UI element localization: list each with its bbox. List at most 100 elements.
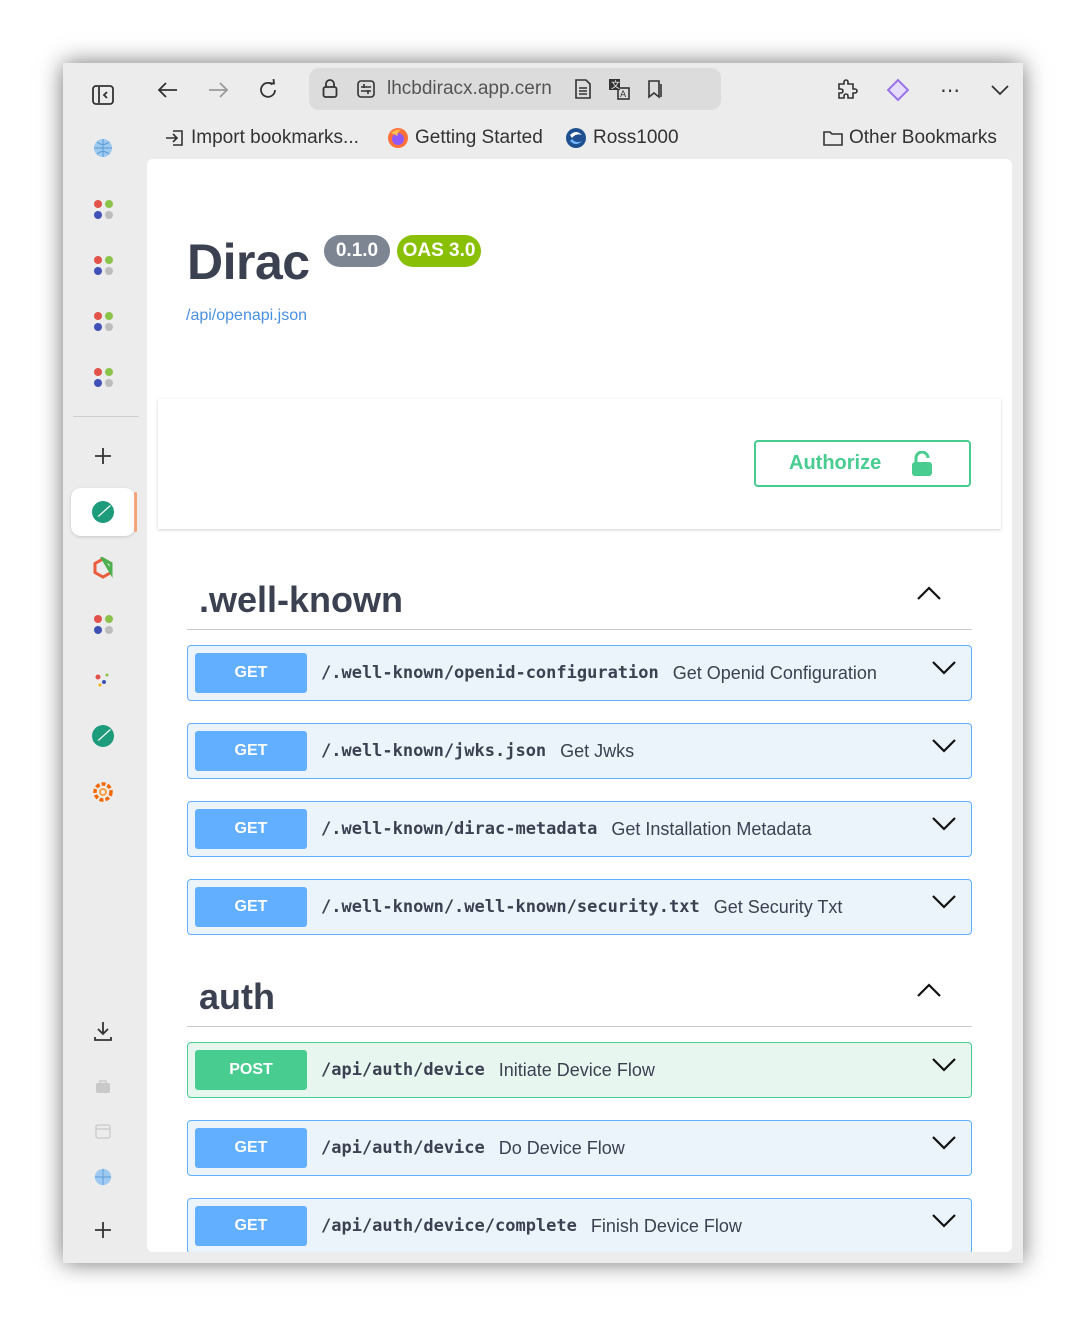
browser-window: ⟋ ⟋ lhcbdiracx.app.cern 文 A ⋯ Import boo… (63, 63, 1023, 1263)
globe-icon[interactable] (71, 1153, 135, 1201)
pinned-tab-app-icon[interactable] (71, 297, 135, 345)
authorize-button[interactable]: Authorize (754, 440, 971, 487)
collapse-chevron-up-icon[interactable] (916, 982, 942, 998)
tab-small-dots-icon[interactable] (71, 656, 135, 704)
operation-summary: Do Device Flow (498, 1137, 625, 1158)
operation-get[interactable]: GET /.well-known/jwks.json Get Jwks (187, 723, 972, 779)
bookmark-ross1000[interactable]: Ross1000 (565, 127, 679, 149)
bookmark-label: Other Bookmarks (849, 127, 997, 148)
operation-path: /api/auth/device (321, 1138, 485, 1158)
chevron-down-icon[interactable] (983, 73, 1017, 107)
address-bar[interactable]: lhcbdiracx.app.cern 文A (309, 68, 721, 110)
authorize-label: Authorize (789, 452, 882, 474)
operation-summary: Get Installation Metadata (611, 818, 812, 839)
bookmark-getting-started[interactable]: Getting Started (387, 127, 543, 149)
operation-summary: Get Openid Configuration (672, 662, 877, 683)
expand-chevron-down-icon[interactable] (931, 1057, 957, 1073)
operation-summary: Finish Device Flow (590, 1215, 742, 1236)
other-bookmarks-folder[interactable]: Other Bookmarks (823, 127, 997, 149)
tab-hexagon-icon[interactable] (71, 544, 135, 592)
back-arrow-icon[interactable] (151, 73, 185, 107)
expand-chevron-down-icon[interactable] (931, 816, 957, 832)
svg-text:文: 文 (611, 79, 620, 91)
tab-grafana-icon[interactable] (71, 768, 135, 816)
pinned-tab-app-icon[interactable] (71, 185, 135, 233)
downloads-icon[interactable] (71, 1007, 135, 1055)
url-text[interactable]: lhcbdiracx.app.cern (387, 78, 562, 100)
openapi-spec-link[interactable]: /api/openapi.json (186, 307, 307, 325)
method-badge: GET (195, 809, 307, 849)
svg-text:A: A (620, 90, 627, 100)
browser-sidebar: ⟋ ⟋ (63, 63, 147, 1263)
operation-get[interactable]: GET /.well-known/openid-configuration Ge… (187, 645, 972, 701)
sidebar-divider (73, 416, 139, 417)
tab-app-icon[interactable] (71, 600, 135, 648)
method-badge: GET (195, 1128, 307, 1168)
method-badge: GET (195, 1206, 307, 1246)
expand-chevron-down-icon[interactable] (931, 1135, 957, 1151)
bookmarks-bar: Import bookmarks... Getting Started Ross… (147, 121, 1023, 157)
expand-chevron-down-icon[interactable] (931, 1213, 957, 1229)
operation-get[interactable]: GET /api/auth/device Do Device Flow (187, 1120, 972, 1176)
method-badge: GET (195, 731, 307, 771)
operation-summary: Initiate Device Flow (498, 1059, 655, 1080)
tag-name: .well-known (199, 579, 404, 620)
extensions-puzzle-icon[interactable] (830, 73, 864, 107)
method-badge: GET (195, 887, 307, 927)
translate-icon[interactable]: 文A (604, 74, 634, 104)
operation-path: /api/auth/device/complete (321, 1216, 577, 1236)
operation-summary: Get Jwks (560, 740, 635, 761)
firefox-icon (388, 128, 408, 148)
operation-post[interactable]: POST /api/auth/device Initiate Device Fl… (187, 1042, 972, 1098)
expand-chevron-down-icon[interactable] (931, 738, 957, 754)
operation-get[interactable]: GET /.well-known/dirac-metadata Get Inst… (187, 801, 972, 857)
site-info-icon[interactable] (351, 74, 381, 104)
ross1000-logo-icon (566, 128, 586, 148)
tag-section-auth[interactable]: auth (187, 966, 972, 1027)
web-panel-globe-icon[interactable] (71, 124, 135, 172)
version-badge: 0.1.0 (324, 235, 390, 267)
operation-get[interactable]: GET /.well-known/.well-known/security.tx… (187, 879, 972, 935)
reload-icon[interactable] (251, 73, 285, 107)
oas-badge: OAS 3.0 (397, 235, 481, 267)
pinned-tab-app-icon[interactable] (71, 241, 135, 289)
briefcase-icon[interactable] (71, 1063, 135, 1111)
operation-get[interactable]: GET /api/auth/device/complete Finish Dev… (187, 1198, 972, 1252)
pinned-tab-app-icon[interactable] (71, 353, 135, 401)
tab-swagger-icon[interactable]: ⟋ (71, 712, 135, 760)
menu-more-icon[interactable]: ⋯ (933, 73, 967, 107)
expand-chevron-down-icon[interactable] (931, 660, 957, 676)
operation-path: /.well-known/jwks.json (321, 741, 547, 761)
expand-chevron-down-icon[interactable] (931, 894, 957, 910)
add-panel-plus-icon[interactable] (71, 1206, 135, 1254)
method-badge: POST (195, 1050, 307, 1090)
bookmark-label: Ross1000 (593, 127, 679, 148)
active-tab-swagger-icon[interactable]: ⟋ (71, 488, 137, 536)
operation-path: /.well-known/openid-configuration (321, 663, 659, 683)
bookmark-page-icon[interactable] (640, 74, 670, 104)
browser-toolbar: lhcbdiracx.app.cern 文A ⋯ (147, 63, 1023, 119)
calendar-icon[interactable] (71, 1107, 135, 1155)
import-icon (166, 130, 183, 146)
extension-diamond-icon[interactable] (881, 73, 915, 107)
operation-summary: Get Security Txt (713, 896, 843, 917)
operation-path: /api/auth/device (321, 1060, 485, 1080)
method-badge: GET (195, 653, 307, 693)
new-tab-plus-icon[interactable] (71, 432, 135, 480)
bookmark-label: Import bookmarks... (191, 127, 359, 148)
api-title: Dirac (187, 234, 310, 290)
tag-section-well-known[interactable]: .well-known (187, 569, 972, 630)
operation-path: /.well-known/dirac-metadata (321, 819, 598, 839)
folder-icon (823, 131, 843, 146)
bookmark-label: Getting Started (415, 127, 543, 148)
lock-icon[interactable] (315, 74, 345, 104)
unlocked-icon (912, 450, 933, 476)
tag-name: auth (199, 976, 275, 1017)
operation-path: /.well-known/.well-known/security.txt (321, 897, 700, 917)
collapse-chevron-up-icon[interactable] (916, 585, 942, 601)
scheme-container: Authorize (158, 399, 1001, 529)
forward-arrow-icon[interactable] (201, 73, 235, 107)
bookmark-import[interactable]: Import bookmarks... (165, 127, 359, 149)
reader-view-icon[interactable] (568, 74, 598, 104)
sidebar-toggle-icon[interactable] (71, 71, 135, 119)
